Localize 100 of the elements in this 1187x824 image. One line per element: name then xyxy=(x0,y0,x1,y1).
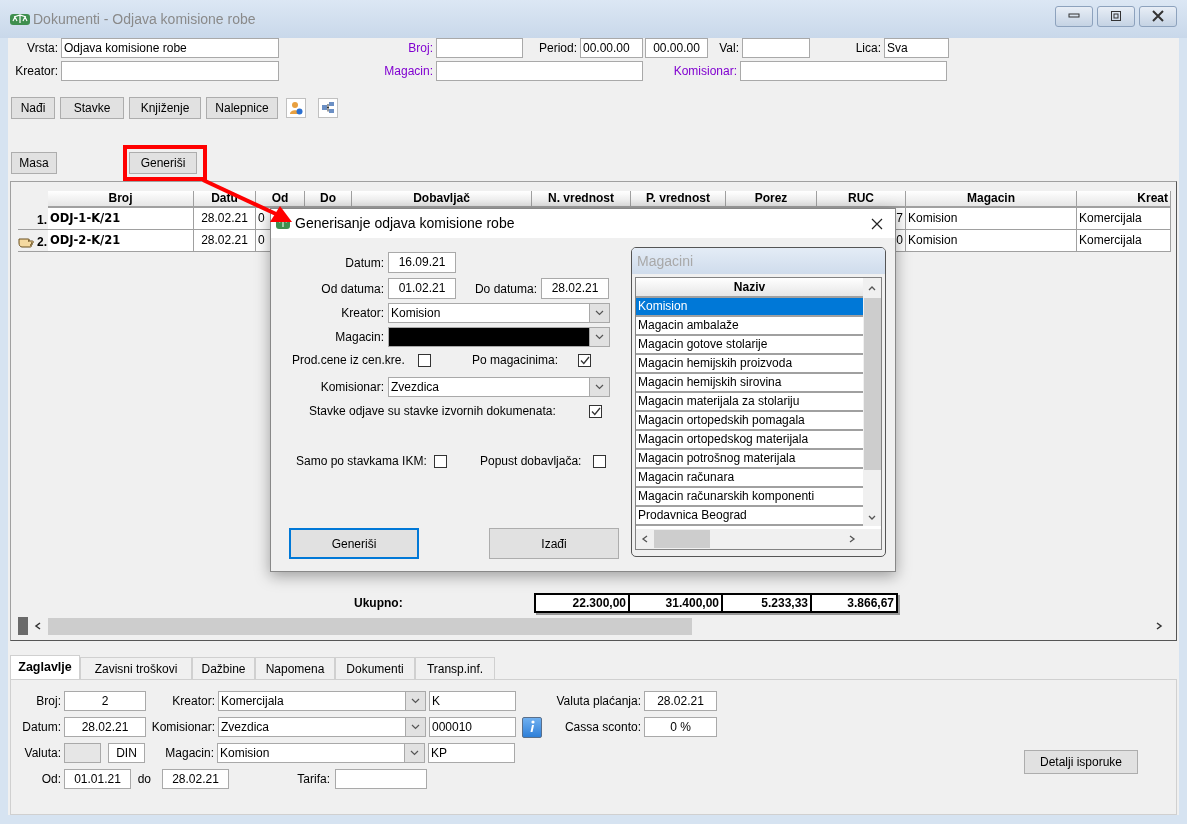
toolbar-button[interactable]: Stavke xyxy=(60,97,124,119)
text-field[interactable] xyxy=(740,61,947,81)
checkbox[interactable] xyxy=(593,454,606,468)
dropdown[interactable]: Komision xyxy=(388,303,610,323)
action-button[interactable]: Masa xyxy=(11,152,57,174)
list-item[interactable]: Magacin ortopedskog materijala xyxy=(636,431,864,450)
toolbar-button[interactable]: Nalepnice xyxy=(206,97,278,119)
text-field[interactable]: 000010 xyxy=(429,717,516,737)
text-field[interactable] xyxy=(61,61,279,81)
table-cell: ODJ-1-K/21 xyxy=(48,208,194,230)
list-item[interactable]: Magacin računara xyxy=(636,469,864,488)
column-header[interactable]: Do xyxy=(305,191,352,208)
column-header[interactable]: RUC xyxy=(817,191,906,208)
tab[interactable]: Transp.inf. xyxy=(415,657,495,679)
dialog-button[interactable]: Generiši xyxy=(289,528,419,559)
field-label: Broj: xyxy=(407,40,433,57)
scroll-position-marker xyxy=(18,617,28,635)
checkbox[interactable] xyxy=(434,454,447,468)
dropdown[interactable]: Komision xyxy=(217,743,425,763)
field-label: Datum: xyxy=(344,254,384,272)
column-header[interactable]: N. vrednost xyxy=(532,191,631,208)
list-item[interactable]: Magacin hemijskih proizvoda xyxy=(636,355,864,374)
column-header[interactable]: Od xyxy=(256,191,305,208)
close-button[interactable] xyxy=(1139,5,1177,27)
checkbox[interactable] xyxy=(589,404,602,418)
toolbar-button[interactable]: Knjiženje xyxy=(129,97,201,119)
list-item[interactable]: Magacin hemijskih sirovina xyxy=(636,374,864,393)
column-header[interactable]: Porez xyxy=(726,191,817,208)
tab[interactable]: Dokumenti xyxy=(335,657,415,679)
field-label: Magacin: xyxy=(383,63,433,80)
column-header[interactable]: Dobavljač xyxy=(352,191,532,208)
text-field[interactable]: 00.00.00 xyxy=(580,38,643,58)
text-field[interactable]: Sva xyxy=(884,38,949,58)
tab[interactable]: Dažbine xyxy=(192,657,255,679)
text-field[interactable] xyxy=(436,61,643,81)
maximize-icon xyxy=(1110,10,1122,22)
column-header[interactable]: Magacin xyxy=(906,191,1077,208)
date-field[interactable]: 01.02.21 xyxy=(388,278,456,299)
panel-title: Magacini xyxy=(637,251,694,271)
chevron-down-icon xyxy=(595,384,604,390)
dropdown[interactable]: Zvezdica xyxy=(388,377,610,397)
field-label: Vrsta: xyxy=(26,40,58,57)
column-header[interactable]: Broj xyxy=(48,191,194,208)
dropdown[interactable]: Komercijala xyxy=(218,691,426,711)
total-value: 31.400,00 xyxy=(628,593,723,613)
text-field[interactable] xyxy=(335,769,427,789)
text-field[interactable]: KP xyxy=(428,743,515,763)
text-field[interactable] xyxy=(742,38,810,58)
text-field[interactable] xyxy=(436,38,523,58)
tab[interactable]: Napomena xyxy=(255,657,335,679)
list-item[interactable]: Magacin gotove stolarije xyxy=(636,336,864,355)
field-label: Komisionar: xyxy=(319,379,384,396)
list-item[interactable]: Magacin ambalaže xyxy=(636,317,864,336)
maximize-button[interactable] xyxy=(1097,5,1135,27)
text-field[interactable]: 01.01.21 xyxy=(64,769,131,789)
text-field[interactable]: 28.02.21 xyxy=(162,769,229,789)
info-button[interactable] xyxy=(522,716,542,738)
tree-view-button[interactable] xyxy=(318,98,338,118)
checkbox-label: Popust dobavljača: xyxy=(480,453,583,470)
field-label: Od: xyxy=(40,771,61,788)
column-header[interactable]: P. vrednost xyxy=(631,191,726,208)
text-field[interactable]: 0 % xyxy=(644,717,717,737)
vertical-scrollbar[interactable] xyxy=(863,278,881,526)
text-field[interactable]: Odjava komisione robe xyxy=(61,38,279,58)
field-label: Valuta plaćanja: xyxy=(555,693,641,710)
scrollbar-thumb[interactable] xyxy=(48,617,692,635)
checkbox[interactable] xyxy=(418,353,431,367)
field-label: Tarifa: xyxy=(296,771,330,788)
tab[interactable]: Zaglavlje xyxy=(10,655,80,679)
list-item[interactable]: Magacin ortopedskih pomagala xyxy=(636,412,864,431)
text-field[interactable]: K xyxy=(429,691,516,711)
date-field[interactable]: 28.02.21 xyxy=(541,278,609,299)
text-field[interactable]: 2 xyxy=(64,691,146,711)
column-header[interactable]: Kreat xyxy=(1077,191,1171,208)
list-item[interactable]: Prodavnica Beograd xyxy=(636,507,864,526)
list-item[interactable]: Magacin potrošnog materijala xyxy=(636,450,864,469)
text-field[interactable]: 28.02.21 xyxy=(644,691,717,711)
row-number: 1. xyxy=(37,212,47,229)
dropdown[interactable] xyxy=(388,327,610,347)
list-item[interactable]: Magacin materijala za stolariju xyxy=(636,393,864,412)
tab[interactable]: Zavisni troškovi xyxy=(80,657,192,679)
date-field[interactable]: 16.09.21 xyxy=(388,252,456,273)
field-label: do xyxy=(136,771,151,788)
checkbox[interactable] xyxy=(578,353,591,367)
field-label: Komisionar: xyxy=(672,63,737,80)
column-header[interactable]: Naziv xyxy=(636,278,864,298)
list-item[interactable]: Magacin računarskih komponenti xyxy=(636,488,864,507)
text-field[interactable]: 00.00.00 xyxy=(645,38,708,58)
table-cell: 28.02.21 xyxy=(194,230,256,252)
dropdown[interactable]: Zvezdica xyxy=(218,717,426,737)
dialog-button[interactable]: Izađi xyxy=(489,528,619,559)
scrollbar-thumb[interactable] xyxy=(863,298,881,470)
user-info-button[interactable] xyxy=(286,98,306,118)
list-item[interactable]: Komision xyxy=(636,298,864,317)
toolbar-button[interactable]: Nađi xyxy=(11,97,55,119)
action-button[interactable]: Generiši xyxy=(129,152,197,174)
scrollbar-thumb[interactable] xyxy=(654,530,710,548)
delivery-details-button[interactable]: Detalji isporuke xyxy=(1024,750,1138,774)
text-field[interactable]: 28.02.21 xyxy=(64,717,146,737)
horizontal-scrollbar[interactable] xyxy=(636,529,881,549)
